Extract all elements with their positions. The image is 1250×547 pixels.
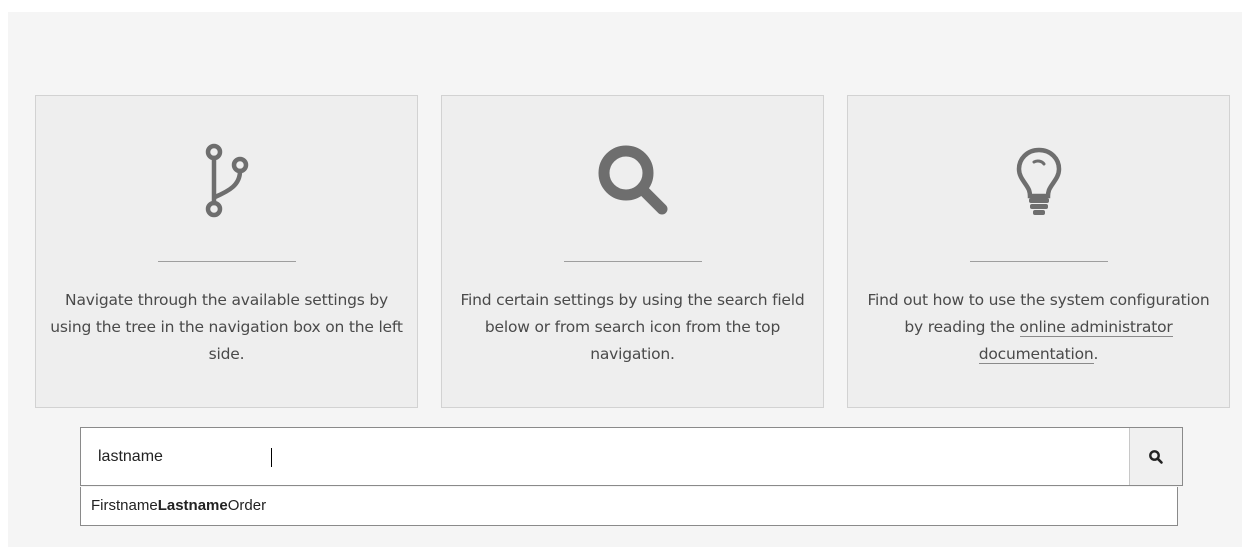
card-description: Find certain settings by using the searc… — [460, 291, 805, 363]
code-fork-icon — [36, 136, 417, 226]
settings-search-box — [80, 427, 1183, 486]
card-divider — [969, 261, 1108, 262]
card-text-after: . — [1093, 345, 1099, 363]
search-suggestions: FirstnameLastnameOrder — [80, 487, 1178, 526]
card-divider — [563, 261, 702, 262]
suggestion-item[interactable]: FirstnameLastnameOrder — [91, 497, 266, 514]
search-icon — [442, 136, 823, 226]
search-button[interactable] — [1129, 428, 1182, 485]
help-card-navigation: Navigate through the available settings … — [35, 95, 418, 408]
suggestion-suffix: Order — [227, 497, 267, 514]
settings-search-input[interactable] — [81, 428, 1131, 485]
card-description: Find out how to use the system configura… — [860, 287, 1217, 368]
card-divider — [157, 261, 296, 262]
search-icon — [1149, 449, 1163, 464]
suggestion-prefix: Firstname — [91, 497, 158, 514]
help-card-search: Find certain settings by using the searc… — [441, 95, 824, 408]
suggestion-match: Lastname — [157, 497, 228, 514]
text-cursor — [271, 448, 272, 467]
lightbulb-icon — [848, 136, 1229, 226]
help-card-documentation: Find out how to use the system configura… — [847, 95, 1230, 408]
card-description: Navigate through the available settings … — [50, 291, 403, 363]
